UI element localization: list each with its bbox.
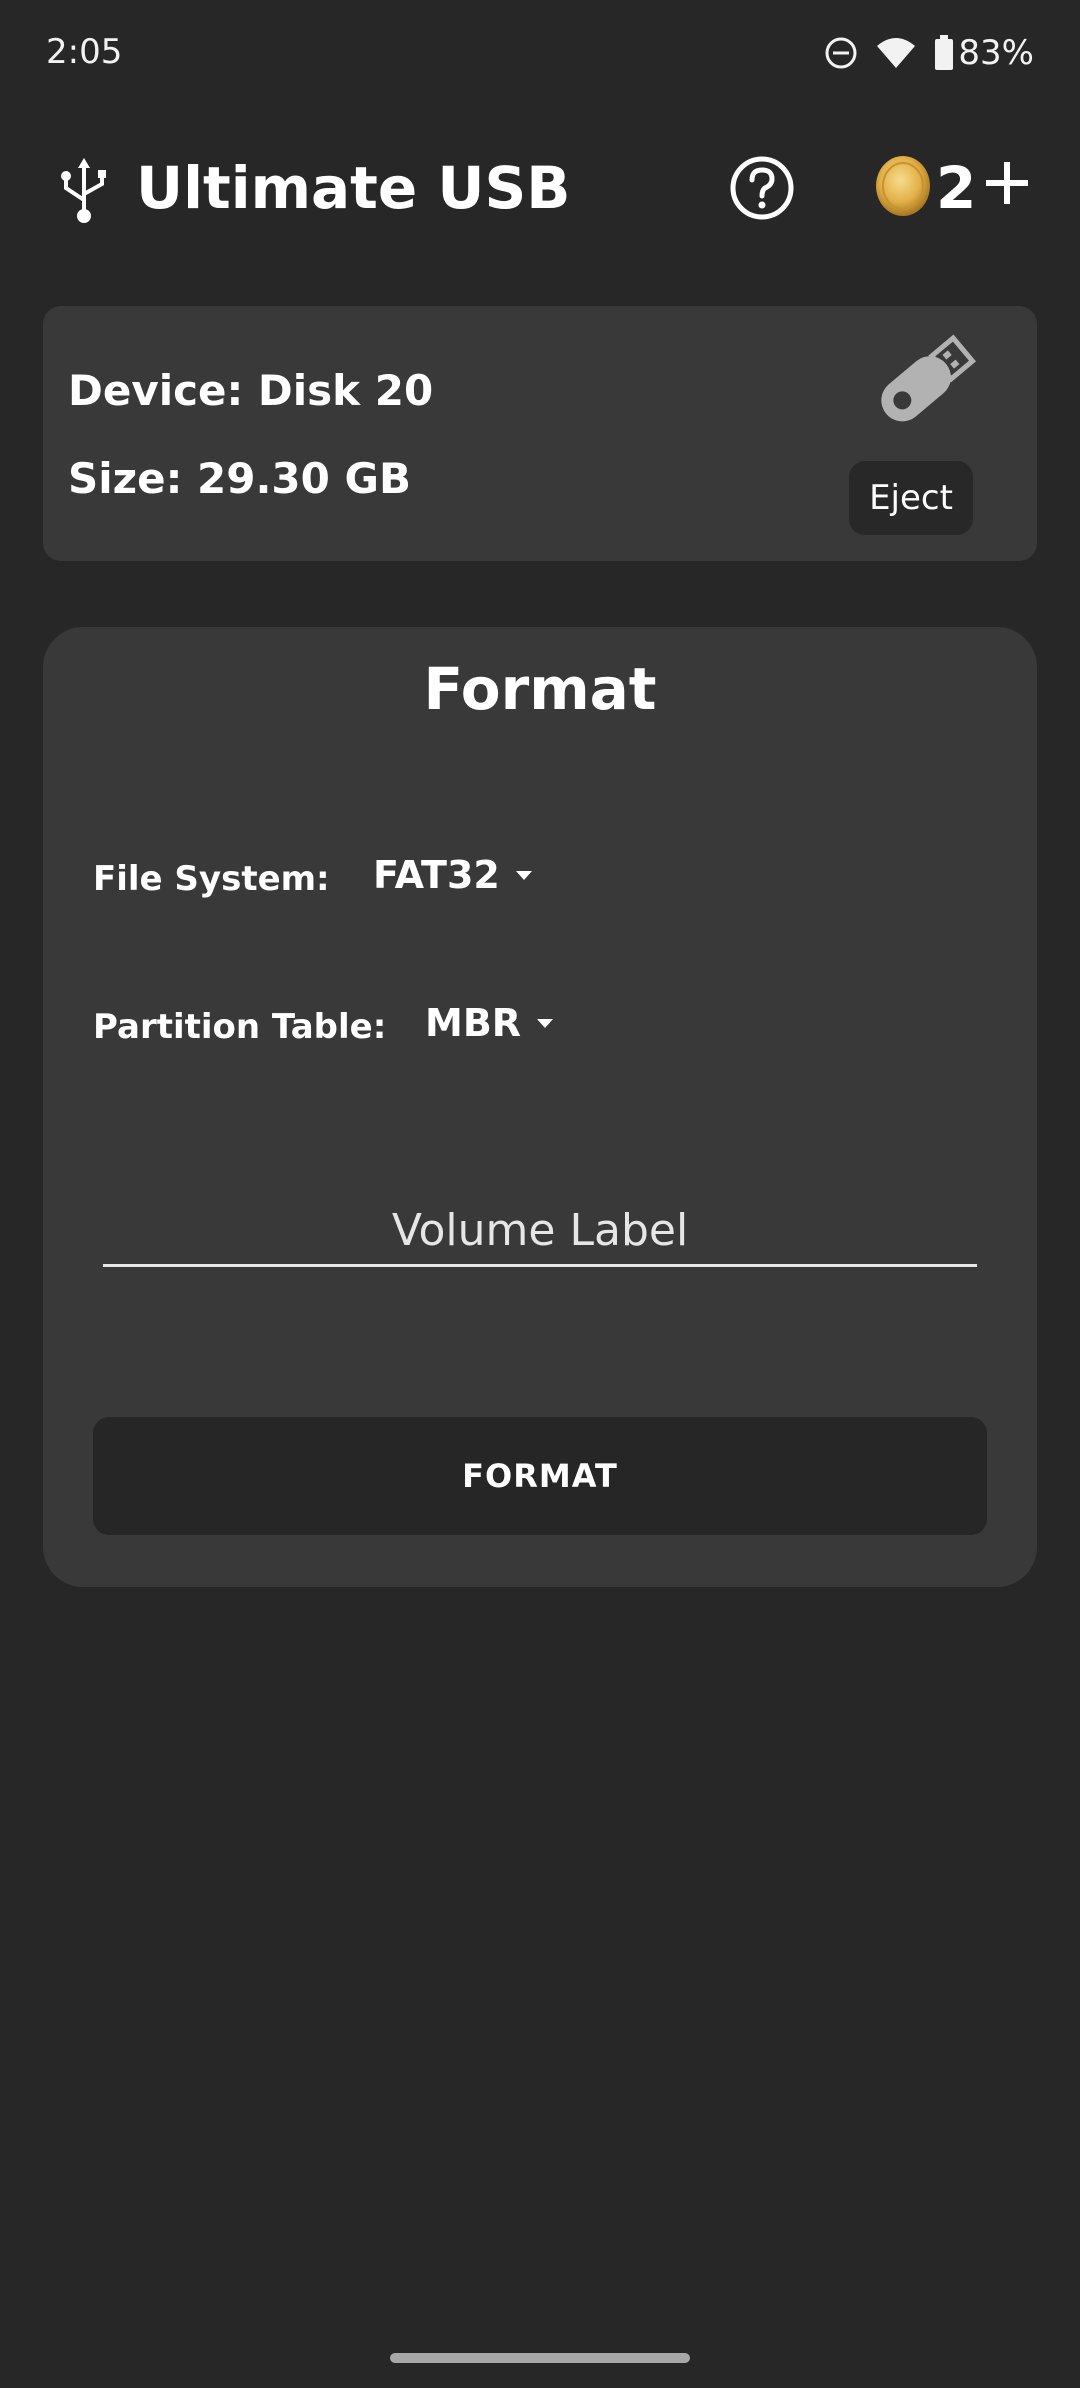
usb-icon xyxy=(54,156,114,226)
app-bar: Ultimate USB 2 xyxy=(0,140,1080,240)
status-time: 2:05 xyxy=(46,32,123,72)
battery-icon xyxy=(934,35,954,71)
device-size: Size: 29.30 GB xyxy=(68,454,411,503)
file-system-label: File System: xyxy=(93,859,330,899)
help-icon[interactable] xyxy=(728,154,796,222)
coin-count: 2 xyxy=(936,154,977,222)
dropdown-arrow-icon xyxy=(535,1017,555,1029)
device-name: Device: Disk 20 xyxy=(68,366,434,415)
format-card: Format File System: FAT32 Partition Tabl… xyxy=(43,627,1037,1587)
home-indicator[interactable] xyxy=(390,2353,690,2363)
volume-label-input[interactable] xyxy=(103,1197,977,1267)
coin-icon[interactable] xyxy=(874,154,932,218)
partition-table-value: MBR xyxy=(425,1001,522,1045)
do-not-disturb-icon xyxy=(824,36,858,70)
eject-button[interactable]: Eject xyxy=(849,461,973,535)
usb-flash-drive-icon xyxy=(865,328,981,438)
partition-table-label: Partition Table: xyxy=(93,1007,387,1047)
plus-icon[interactable] xyxy=(984,160,1030,206)
battery-percent: 83% xyxy=(958,33,1034,73)
wifi-icon xyxy=(876,36,916,70)
device-card: Device: Disk 20 Size: 29.30 GB Eject xyxy=(43,306,1037,561)
file-system-dropdown[interactable]: FAT32 xyxy=(373,853,534,897)
format-button[interactable]: FORMAT xyxy=(93,1417,987,1535)
app-title: Ultimate USB xyxy=(136,154,571,222)
format-title: Format xyxy=(423,655,657,723)
dropdown-arrow-icon xyxy=(514,869,534,881)
battery-indicator: 83% xyxy=(934,33,1034,73)
status-bar: 2:05 83% xyxy=(0,0,1080,110)
file-system-value: FAT32 xyxy=(373,853,500,897)
partition-table-dropdown[interactable]: MBR xyxy=(425,1001,555,1045)
status-icons: 83% xyxy=(824,30,1034,76)
